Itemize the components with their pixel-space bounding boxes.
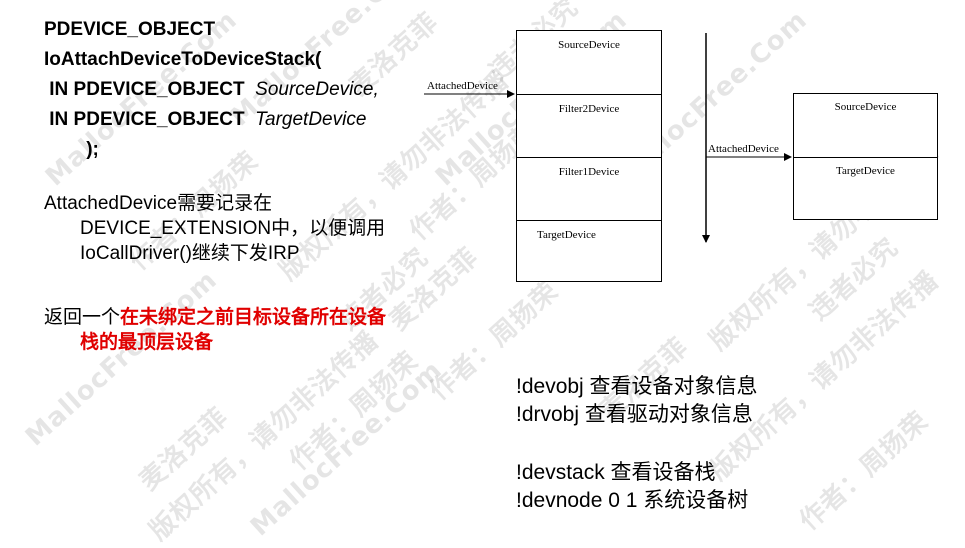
attached-label-right: AttachedDevice bbox=[708, 143, 779, 155]
cmd-drvobj: !drvobj 查看驱动对象信息 bbox=[516, 403, 753, 426]
cmd-devstack: !devstack 查看设备栈 bbox=[516, 461, 716, 484]
windbg-commands: !devobj 查看设备对象信息 !drvobj 查看驱动对象信息 !devst… bbox=[516, 373, 758, 515]
cmd-devnode: !devnode 0 1 系统设备树 bbox=[516, 489, 749, 512]
diagram-arrows bbox=[424, 33, 792, 243]
attached-label-left: AttachedDevice bbox=[427, 80, 498, 92]
cmd-devobj: !devobj 查看设备对象信息 bbox=[516, 375, 758, 398]
